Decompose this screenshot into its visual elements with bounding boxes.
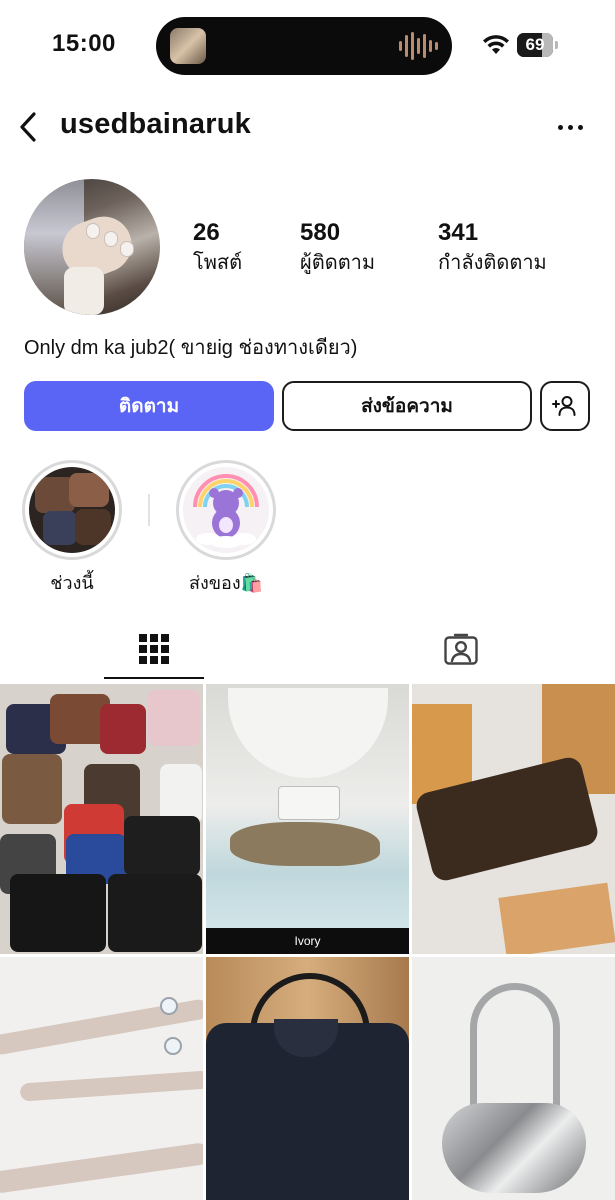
dynamic-island[interactable] xyxy=(156,17,452,75)
stat-following[interactable]: 341 กำลังติดตาม xyxy=(438,218,547,276)
care-bear-icon xyxy=(193,474,259,548)
highlight-recent[interactable]: ช่วงนี้ xyxy=(22,460,122,597)
avatar[interactable] xyxy=(24,179,160,315)
tab-tagged[interactable] xyxy=(411,618,511,680)
post-thumbnail[interactable]: Ivory xyxy=(206,684,409,954)
post-thumbnail[interactable] xyxy=(206,957,409,1200)
profile-username: usedbainaruk xyxy=(60,108,251,140)
more-options-button[interactable] xyxy=(548,112,592,142)
highlight-label: ส่งของ🛍️ xyxy=(188,573,264,593)
wifi-icon xyxy=(483,35,509,54)
follow-button[interactable]: ติดตาม xyxy=(24,381,274,431)
battery-level: 69 xyxy=(525,35,545,54)
highlight-ring xyxy=(22,460,122,560)
status-bar: 15:00 69 xyxy=(0,0,615,92)
status-time: 15:00 xyxy=(52,30,116,57)
chevron-left-icon xyxy=(20,112,36,142)
tagged-person-icon xyxy=(444,633,478,665)
battery-icon: 69 xyxy=(517,33,559,57)
audio-waveform-icon xyxy=(399,31,438,61)
following-count: 341 xyxy=(438,219,479,246)
highlight-cover xyxy=(29,467,115,553)
stat-followers[interactable]: 580 ผู้ติดตาม xyxy=(300,218,375,276)
post-thumbnail[interactable] xyxy=(412,684,615,954)
tab-indicator xyxy=(104,677,204,679)
tab-posts[interactable] xyxy=(104,618,204,680)
highlight-divider xyxy=(148,494,150,526)
highlight-label: ช่วงนี้ xyxy=(50,573,94,593)
following-label: กำลังติดตาม xyxy=(438,252,547,274)
post-caption: Ivory xyxy=(206,928,409,954)
add-user-icon xyxy=(552,396,576,416)
highlight-shipping[interactable]: ส่งของ🛍️ xyxy=(176,460,276,597)
post-grid: Ivory xyxy=(0,684,615,1200)
now-playing-artwork xyxy=(170,28,206,64)
post-thumbnail[interactable] xyxy=(0,957,203,1200)
posts-count: 26 xyxy=(193,219,220,246)
highlight-ring xyxy=(176,460,276,560)
message-button[interactable]: ส่งข้อความ xyxy=(282,381,532,431)
more-dots-icon xyxy=(557,124,563,130)
profile-bio: Only dm ka jub2( ขายig ช่องทางเดียว) xyxy=(24,337,358,359)
suggested-users-button[interactable] xyxy=(540,381,590,431)
back-button[interactable] xyxy=(8,106,48,148)
stat-posts[interactable]: 26 โพสต์ xyxy=(193,218,242,276)
followers-label: ผู้ติดตาม xyxy=(300,252,376,274)
posts-label: โพสต์ xyxy=(193,252,243,274)
post-thumbnail[interactable] xyxy=(0,684,203,954)
post-thumbnail[interactable] xyxy=(412,957,615,1200)
followers-count: 580 xyxy=(300,219,341,246)
grid-icon xyxy=(139,634,169,664)
highlight-cover xyxy=(183,467,269,553)
